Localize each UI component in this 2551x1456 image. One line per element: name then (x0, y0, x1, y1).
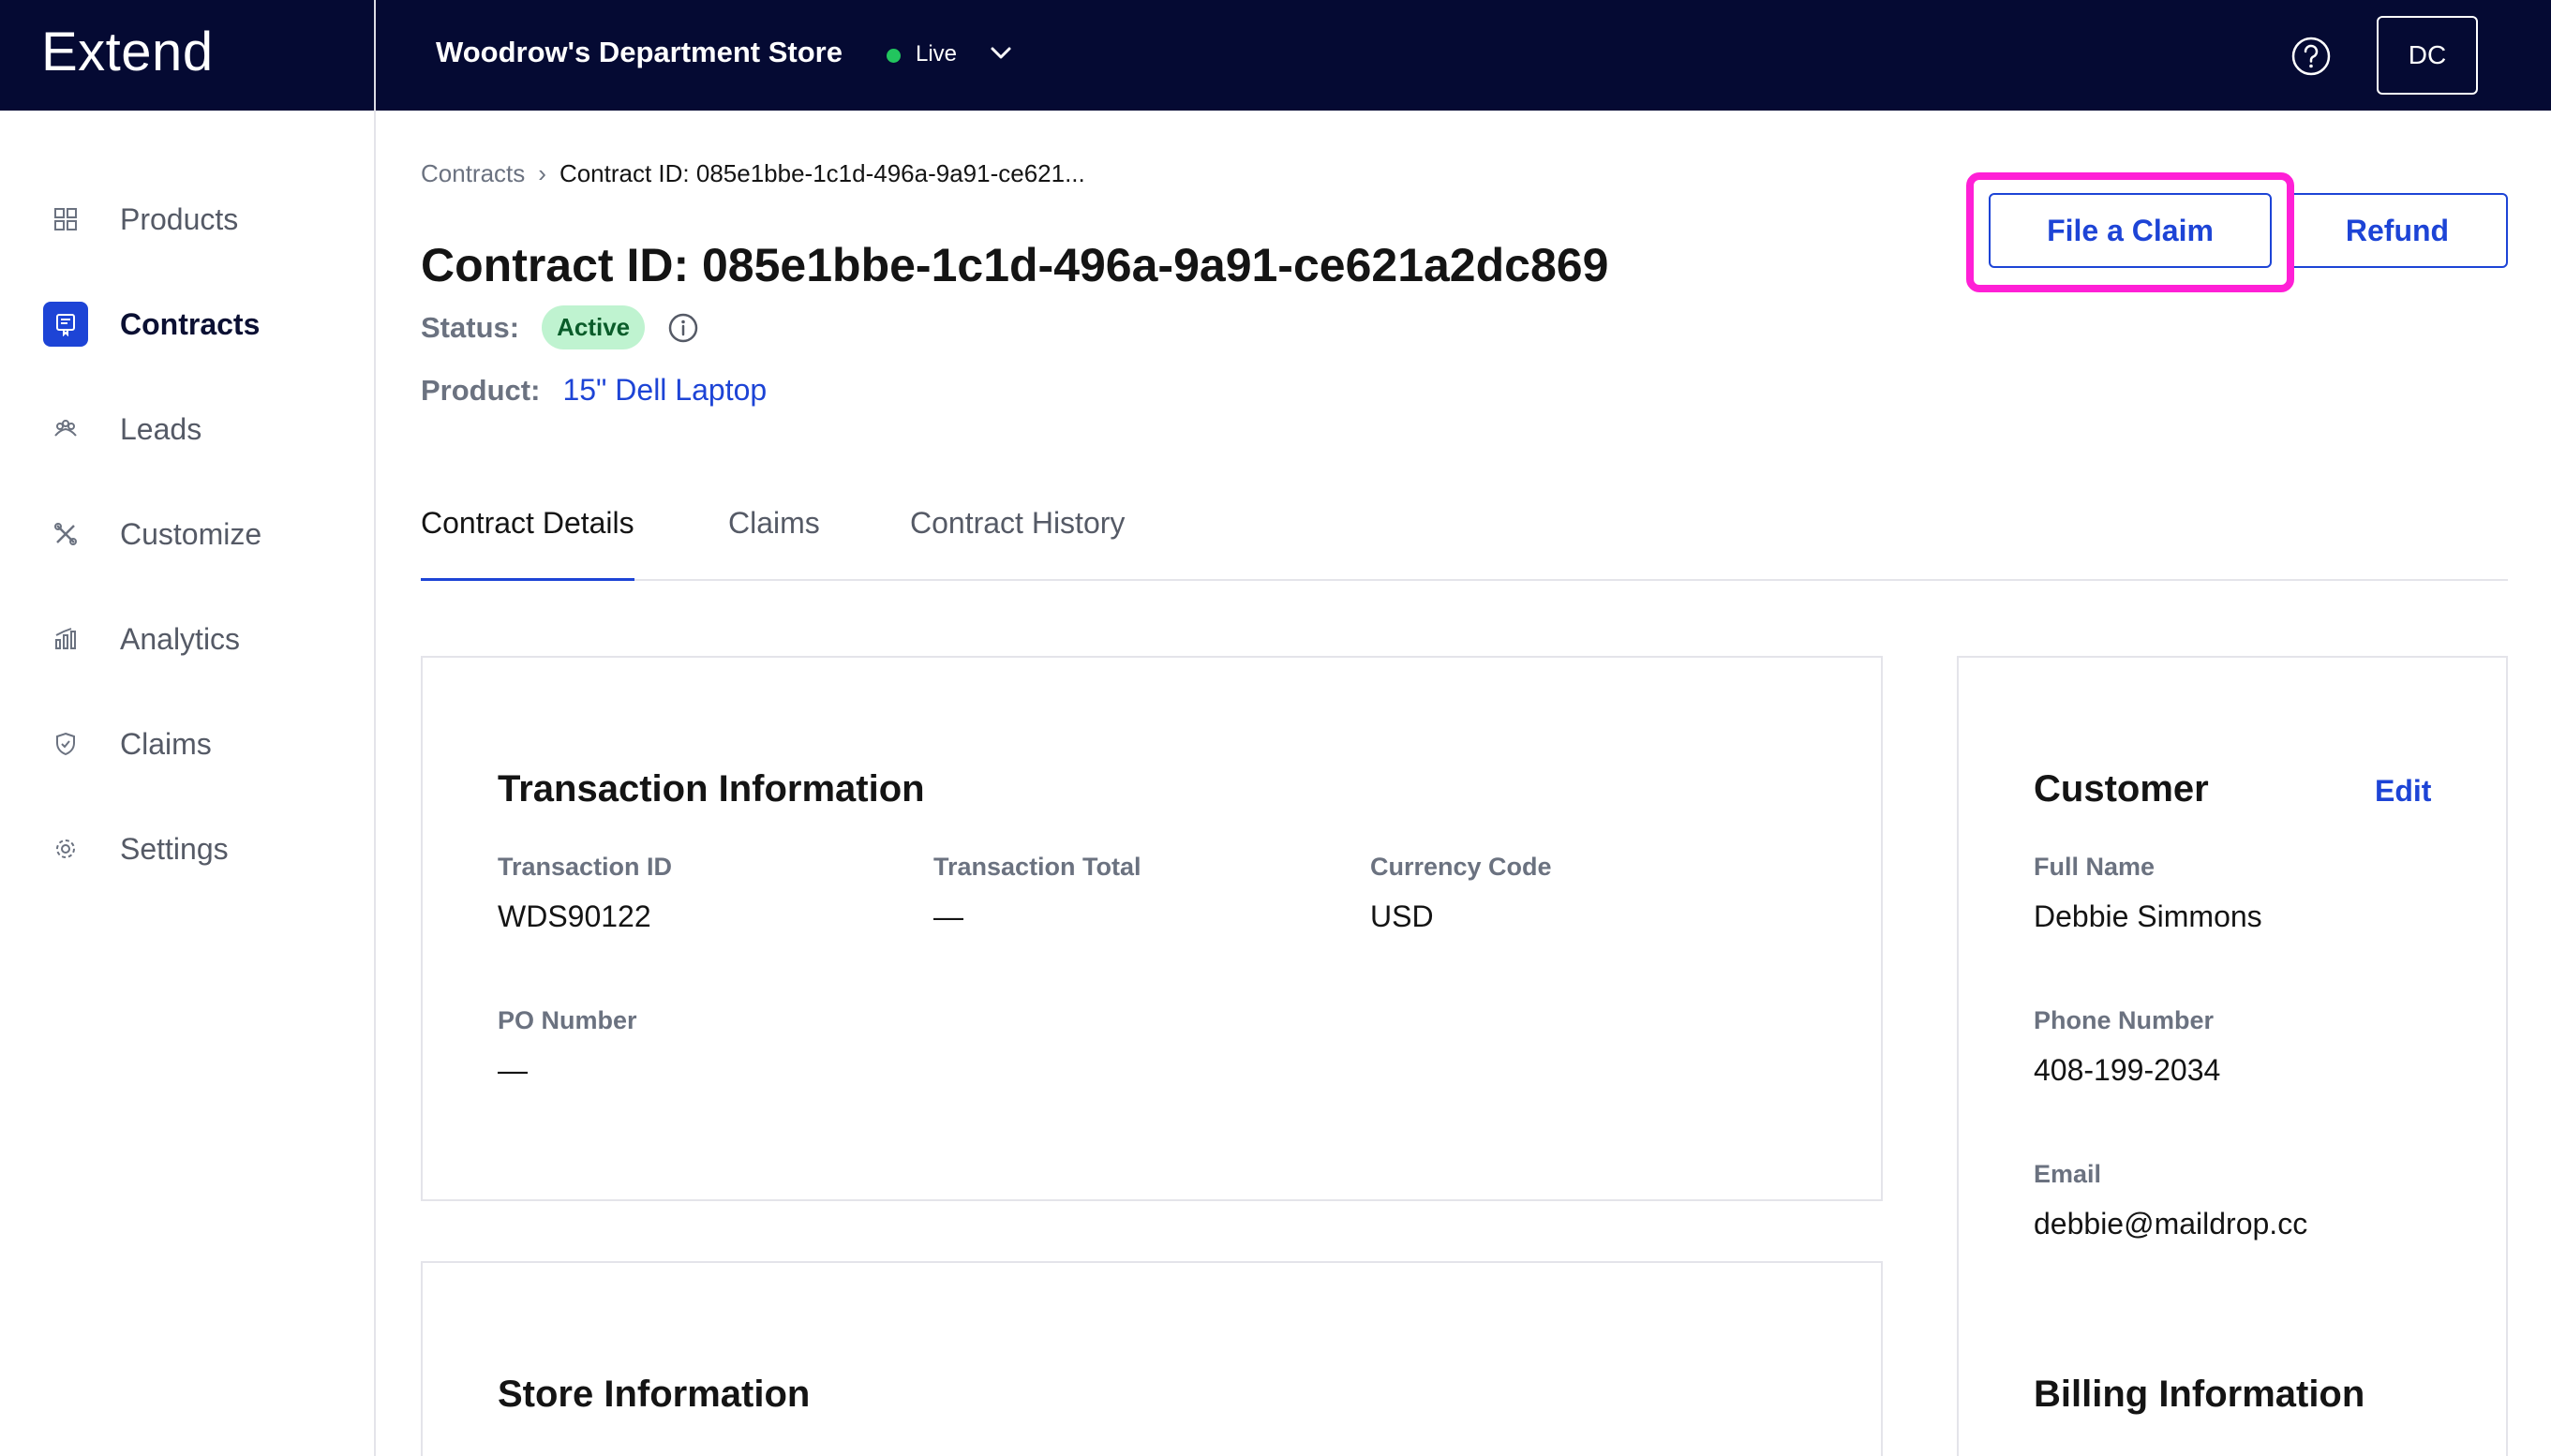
tab-bar: Contract Details Claims Contract History (421, 502, 2508, 581)
leads-icon (43, 407, 88, 452)
currency-code-label: Currency Code (1370, 853, 1552, 881)
po-number-value: — (498, 1053, 528, 1087)
page-title: Contract ID: 085e1bbe-1c1d-496a-9a91-ce6… (421, 239, 1609, 291)
sidebar-item-leads[interactable]: Leads (43, 405, 201, 453)
refund-button[interactable]: Refund (2287, 193, 2508, 268)
full-name-label: Full Name (2034, 853, 2156, 881)
top-bar: Extend Woodrow's Department Store Live D… (0, 0, 2551, 111)
billing-title: Billing Information (2034, 1374, 2365, 1415)
store-name[interactable]: Woodrow's Department Store (436, 36, 843, 69)
full-name-value: Debbie Simmons (2034, 899, 2262, 933)
customer-card: Customer Edit Full Name Debbie Simmons P… (1957, 656, 2508, 1456)
breadcrumb: Contracts › Contract ID: 085e1bbe-1c1d-4… (421, 159, 1085, 188)
info-icon[interactable] (667, 312, 699, 344)
breadcrumb-current: Contract ID: 085e1bbe-1c1d-496a-9a91-ce6… (559, 159, 1085, 187)
shield-icon (43, 721, 88, 766)
status-badge: Active (542, 305, 646, 349)
breadcrumb-contracts-link[interactable]: Contracts (421, 159, 525, 188)
breadcrumb-separator: › (538, 159, 546, 187)
brand-logo[interactable]: Extend (41, 21, 214, 83)
status-row: Status: Active (421, 305, 699, 349)
sidebar-item-customize[interactable]: Customize (43, 510, 261, 558)
phone-number-label: Phone Number (2034, 1006, 2215, 1034)
gear-icon (43, 826, 88, 871)
transaction-total-label: Transaction Total (933, 853, 1141, 881)
sidebar-item-settings[interactable]: Settings (43, 825, 229, 873)
product-link[interactable]: 15" Dell Laptop (562, 373, 767, 408)
phone-number-value: 408-199-2034 (2034, 1053, 2221, 1087)
status-label: Status: (421, 310, 520, 344)
file-claim-button[interactable]: File a Claim (1989, 193, 2272, 268)
tab-contract-details[interactable]: Contract Details (421, 506, 634, 581)
chart-icon (43, 617, 88, 661)
sidebar-item-label: Products (120, 201, 239, 236)
store-title: Store Information (498, 1374, 811, 1415)
sidebar-item-label: Customize (120, 516, 262, 551)
transaction-id-label: Transaction ID (498, 853, 673, 881)
tab-claims[interactable]: Claims (728, 506, 820, 581)
user-avatar-button[interactable]: DC (2377, 16, 2478, 95)
tools-icon (43, 512, 88, 557)
tab-contract-history[interactable]: Contract History (910, 506, 1125, 581)
transaction-card: Transaction Information Transaction ID W… (421, 656, 1883, 1201)
sidebar-item-contracts[interactable]: Contracts (43, 300, 260, 349)
sidebar-item-label: Analytics (120, 621, 241, 656)
email-label: Email (2034, 1160, 2102, 1188)
transaction-title: Transaction Information (498, 768, 925, 810)
sidebar-item-products[interactable]: Products (43, 195, 238, 244)
sidebar-item-label: Settings (120, 831, 229, 866)
sidebar-item-claims[interactable]: Claims (43, 720, 212, 768)
customer-title: Customer (2034, 768, 2209, 810)
live-status-dot (887, 49, 901, 63)
sidebar: Products Contracts Leads Customize Analy… (0, 111, 376, 1456)
live-status-label: Live (916, 41, 958, 67)
transaction-id-value: WDS90122 (498, 899, 651, 933)
topbar-divider (374, 0, 376, 111)
sidebar-item-label: Contracts (120, 306, 261, 341)
currency-code-value: USD (1370, 899, 1434, 933)
product-label: Product: (421, 373, 541, 407)
sidebar-item-analytics[interactable]: Analytics (43, 615, 240, 663)
transaction-total-value: — (933, 899, 963, 933)
edit-customer-link[interactable]: Edit (2375, 774, 2431, 809)
product-row: Product: 15" Dell Laptop (421, 373, 767, 408)
contract-icon (43, 302, 88, 347)
grid-icon (43, 197, 88, 242)
help-icon[interactable] (2290, 36, 2332, 77)
store-card: Store Information (421, 1261, 1883, 1456)
email-value: debbie@maildrop.cc (2034, 1207, 2308, 1241)
chevron-down-icon[interactable] (988, 43, 1014, 64)
po-number-label: PO Number (498, 1006, 637, 1034)
sidebar-item-label: Claims (120, 726, 212, 761)
sidebar-item-label: Leads (120, 411, 202, 446)
